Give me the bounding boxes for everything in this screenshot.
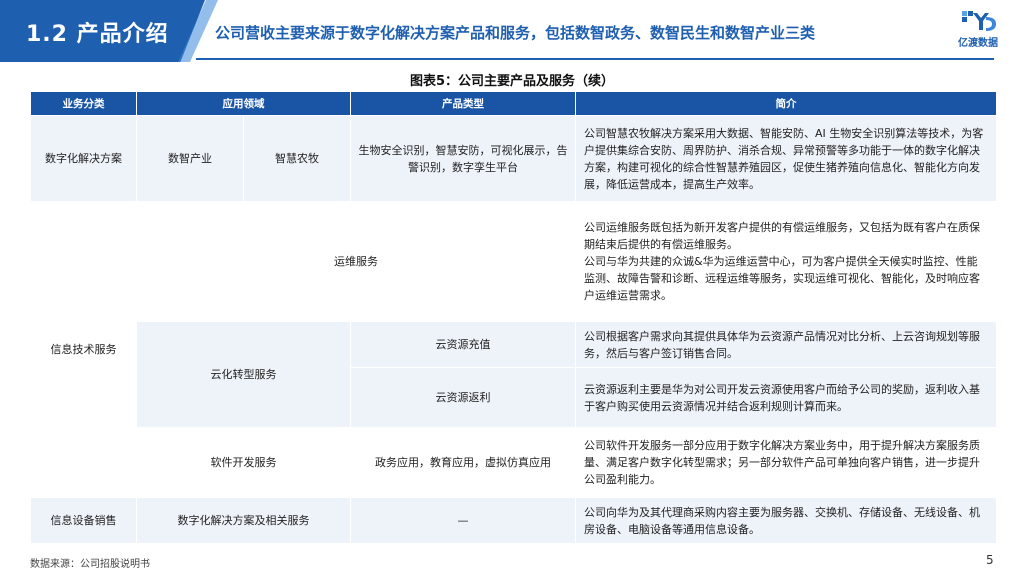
table-row: 信息技术服务 运维服务 公司运维服务既包括为新开发客户提供的有偿运维服务，又包括… [30, 201, 997, 498]
logo-mark-icon [962, 11, 996, 31]
data-source-note: 数据来源：公司招股说明书 [30, 559, 150, 570]
cell-description: 公司智慧农牧解决方案采用大数据、智能安防、AI 生物安全识别算法等技术，为客户提… [575, 115, 997, 202]
logo-text: 亿渡数据 [958, 38, 998, 49]
cell-description: 公司根据客户需求向其提供具体华为云资源产品情况对比分析、上云咨询规划等服务，然后… [575, 321, 997, 368]
table-row: 信息设备销售 数字化解决方案及相关服务 — 公司向华为及其代理商采购内容主要为服… [30, 497, 997, 544]
company-logo: 亿渡数据 [950, 9, 1006, 49]
cell-area: 运维服务 [136, 201, 576, 322]
cell-description: 公司运维服务既包括为新开发客户提供的有偿运维服务，又包括为既有客户在质保期结束后… [575, 201, 997, 322]
header-divider [196, 58, 994, 60]
cell-subarea: 智慧农牧 [243, 115, 351, 202]
section-title: 1.2 产品介绍 [26, 22, 169, 47]
cell-area: 软件开发服务 [136, 427, 351, 498]
cell-description: 云资源返利主要是华为对公司开发云资源使用客户而给予公司的奖励，返利收入基于客户购… [575, 367, 997, 428]
cell-type: 云资源充值 [350, 321, 576, 368]
cell-area: 数字化解决方案及相关服务 [136, 497, 351, 544]
cell-category: 数字化解决方案 [30, 115, 137, 202]
products-table: 业务分类 应用领域 产品类型 简介 数字化解决方案 数智产业 智慧农牧 生物安全… [30, 91, 997, 544]
cell-area: 云化转型服务 [136, 321, 351, 428]
cell-description: 公司向华为及其代理商采购内容主要为服务器、交换机、存储设备、无线设备、机房设备、… [575, 497, 997, 544]
column-header-description: 简介 [575, 91, 997, 116]
column-header-type: 产品类型 [350, 91, 576, 116]
figure-title: 图表5：公司主要产品及服务（续） [409, 74, 615, 89]
page-headline: 公司营收主要来源于数字化解决方案产品和服务，包括数智政务、数智民生和数智产业三类 [215, 24, 816, 42]
column-header-category: 业务分类 [30, 91, 137, 116]
cell-area: 数智产业 [136, 115, 244, 202]
table-row: 软件开发服务 政务应用，教育应用，虚拟仿真应用 公司软件开发服务一部分应用于数字… [31, 427, 997, 498]
cell-category: 信息设备销售 [30, 497, 137, 544]
page-number: 5 [986, 553, 994, 567]
cell-type: 生物安全识别，智慧安防，可视化展示，告警识别，数字孪生平台 [350, 115, 576, 202]
page-header: 1.2 产品介绍 公司营收主要来源于数字化解决方案产品和服务，包括数智政务、数智… [0, 0, 1024, 62]
table-row: 云化转型服务 云资源充值 公司根据客户需求向其提供具体华为云资源产品情况对比分析… [31, 321, 997, 428]
table-row: 数字化解决方案 数智产业 智慧农牧 生物安全识别，智慧安防，可视化展示，告警识别… [30, 115, 997, 202]
column-header-area: 应用领域 [136, 91, 351, 116]
cell-type: — [350, 497, 576, 544]
cell-category: 信息技术服务 [30, 201, 137, 498]
cell-description: 公司软件开发服务一部分应用于数字化解决方案业务中，用于提升解决方案服务质量、满足… [575, 427, 997, 498]
table-header-row: 业务分类 应用领域 产品类型 简介 [30, 91, 997, 116]
cell-type: 政务应用，教育应用，虚拟仿真应用 [350, 427, 576, 498]
cell-type: 云资源返利 [350, 367, 576, 428]
